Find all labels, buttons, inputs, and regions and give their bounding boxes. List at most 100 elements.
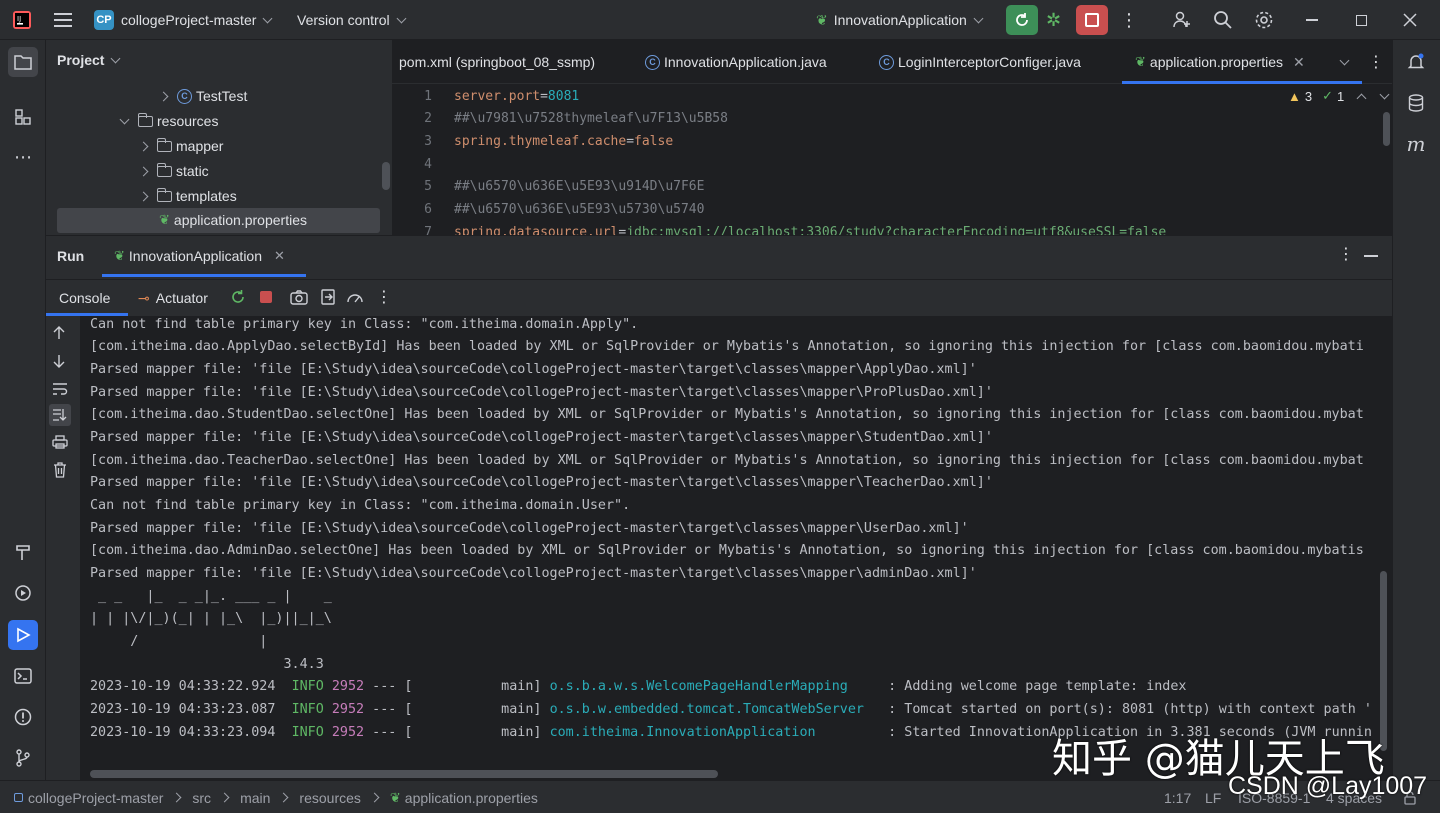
subtab-actuator[interactable]: ⊸ Actuator <box>138 280 208 316</box>
hide-panel-icon[interactable] <box>1364 255 1378 257</box>
breadcrumb: collogeProject-master src main resources… <box>14 781 538 813</box>
line-number: 7 <box>424 224 432 236</box>
banner-version: 3.4.3 <box>90 656 324 672</box>
comment: ##\u6570\u636E\u5E93\u914D\u7F6E <box>454 178 705 194</box>
breadcrumb-item[interactable]: application.properties <box>405 790 538 806</box>
add-user-icon[interactable] <box>1172 0 1192 40</box>
version-control-menu[interactable]: Version control <box>297 0 407 40</box>
caret-position[interactable]: 1:17 <box>1164 781 1191 813</box>
settings-gear-icon[interactable] <box>1254 0 1274 40</box>
code-line[interactable]: 2 ##\u7981\u7528thymeleaf\u7F13\u5B58 <box>392 107 728 129</box>
terminal-icon[interactable] <box>8 661 38 691</box>
profiler-gauge-icon[interactable] <box>346 289 364 308</box>
console-line: [com.itheima.dao.ApplyDao.selectById] Ha… <box>90 338 1364 354</box>
rerun-button[interactable] <box>1006 0 1038 40</box>
more-console-actions-icon[interactable]: ⋮ <box>376 287 392 307</box>
soft-wrap-icon[interactable] <box>52 382 68 399</box>
editor-scrollbar[interactable] <box>1383 112 1390 146</box>
clear-trash-icon[interactable] <box>53 462 67 481</box>
tree-item-templates[interactable]: templates <box>138 184 237 208</box>
scroll-up-icon[interactable] <box>52 326 66 343</box>
console-output[interactable]: Can not find table primary key in Class:… <box>80 316 1392 781</box>
screenshot-camera-icon[interactable] <box>290 289 308 308</box>
tree-item-resources[interactable]: resources <box>119 109 218 133</box>
git-branch-icon[interactable] <box>8 743 38 773</box>
stop-button[interactable] <box>1076 0 1108 40</box>
log-level: INFO <box>291 701 324 717</box>
tab-innovation-application[interactable]: C InnovationApplication.java <box>645 40 827 84</box>
tab-login-interceptor[interactable]: C LoginInterceptorConfiger.java <box>879 40 1081 84</box>
tab-application-properties[interactable]: ❦ application.properties ✕ <box>1135 40 1305 84</box>
tree-item-application-properties[interactable]: ❦ application.properties <box>159 208 307 232</box>
console-horizontal-scrollbar[interactable] <box>90 770 718 778</box>
scroll-to-end-icon[interactable] <box>49 404 71 426</box>
project-switcher[interactable]: CP collogeProject-master <box>94 0 273 40</box>
code-line[interactable]: 7 spring.datasource.url=jdbc:mysql://loc… <box>392 221 1166 236</box>
exit-icon[interactable] <box>320 289 336 308</box>
build-hammer-icon[interactable] <box>8 537 38 567</box>
stop-icon[interactable] <box>260 291 272 303</box>
structure-icon[interactable] <box>8 102 38 132</box>
console-line: [com.itheima.dao.StudentDao.selectOne] H… <box>90 406 1364 422</box>
project-name: collogeProject-master <box>121 12 257 28</box>
maximize-window-icon[interactable] <box>1356 0 1367 40</box>
subtab-console[interactable]: Console <box>59 280 110 316</box>
tab-label: application.properties <box>1149 54 1283 70</box>
close-tab-icon[interactable]: ✕ <box>1293 54 1305 71</box>
run-tool-icon[interactable] <box>8 620 38 650</box>
chevron-down-icon <box>1339 55 1350 65</box>
run-options-icon[interactable]: ⋮ <box>1338 244 1354 264</box>
close-tab-icon[interactable]: ✕ <box>274 248 285 264</box>
breadcrumb-item[interactable]: resources <box>299 790 360 806</box>
spring-leaf-icon: ❦ <box>159 212 170 227</box>
line-separator[interactable]: LF <box>1205 781 1221 813</box>
database-icon[interactable] <box>1401 88 1431 118</box>
project-folder-icon[interactable] <box>8 47 38 77</box>
breadcrumb-item[interactable]: collogeProject-master <box>28 790 163 806</box>
project-panel-header[interactable]: Project <box>57 52 121 68</box>
run-config-selector[interactable]: ❦ InnovationApplication <box>816 0 984 40</box>
run-tab-label: InnovationApplication <box>128 248 263 264</box>
folder-icon <box>156 187 172 202</box>
tab-list-dropdown[interactable] <box>1339 40 1350 84</box>
tree-item-mapper[interactable]: mapper <box>138 134 223 158</box>
notifications-bell-icon[interactable] <box>1401 47 1431 77</box>
scroll-down-icon[interactable] <box>52 354 66 371</box>
tree-item-testtest[interactable]: C TestTest <box>158 84 247 108</box>
main-menu-icon[interactable] <box>54 0 72 40</box>
console-line: Parsed mapper file: 'file [E:\Study\idea… <box>90 565 977 581</box>
minimize-window-icon[interactable] <box>1306 0 1318 40</box>
banner-line: / | <box>90 633 268 649</box>
breadcrumb-item[interactable]: src <box>192 790 211 806</box>
code-line[interactable]: 6 ##\u6570\u636E\u5E93\u5730\u5740 <box>392 198 704 220</box>
rerun-icon[interactable] <box>230 289 246 308</box>
breadcrumb-item[interactable]: main <box>240 790 270 806</box>
maven-icon[interactable]: m <box>1401 129 1431 159</box>
tree-item-static[interactable]: static <box>138 159 209 183</box>
console-line: Parsed mapper file: 'file [E:\Study\idea… <box>90 429 993 445</box>
tab-pom-xml[interactable]: pom.xml (springboot_08_ssmp) <box>399 40 595 84</box>
problems-icon[interactable] <box>8 702 38 732</box>
search-icon[interactable] <box>1213 0 1233 40</box>
code-line[interactable]: 3 spring.thymeleaf.cache=false <box>392 130 673 152</box>
tab-options-icon[interactable]: ⋮ <box>1368 40 1384 84</box>
close-window-icon[interactable] <box>1403 0 1417 40</box>
console-toolbar: Console ⊸ Actuator ⋮ <box>46 279 1392 316</box>
intellij-logo-icon[interactable]: IJ <box>12 0 32 40</box>
tree-scrollbar[interactable] <box>382 162 390 190</box>
print-icon[interactable] <box>52 435 68 452</box>
code-line[interactable]: 1 server.port=8081 <box>392 85 1392 107</box>
active-tab-indicator <box>1122 81 1362 84</box>
more-tools-icon[interactable]: ⋯ <box>8 142 38 172</box>
code-line[interactable]: 5 ##\u6570\u636E\u5E93\u914D\u7F6E <box>392 175 704 197</box>
code-line[interactable]: 4 <box>392 153 432 175</box>
services-icon[interactable] <box>8 578 38 608</box>
console-vertical-scrollbar[interactable] <box>1380 571 1387 751</box>
console-line: Parsed mapper file: 'file [E:\Study\idea… <box>90 384 993 400</box>
equals-sign: = <box>626 133 635 149</box>
more-actions-icon[interactable]: ⋮ <box>1120 0 1138 40</box>
run-tab-innovation-application[interactable]: ❦ InnovationApplication ✕ <box>114 236 285 276</box>
log-pid: 2952 <box>331 724 365 740</box>
debug-button[interactable]: ✲ <box>1046 0 1061 40</box>
console-line: [com.itheima.dao.AdminDao.selectOne] Has… <box>90 542 1364 558</box>
